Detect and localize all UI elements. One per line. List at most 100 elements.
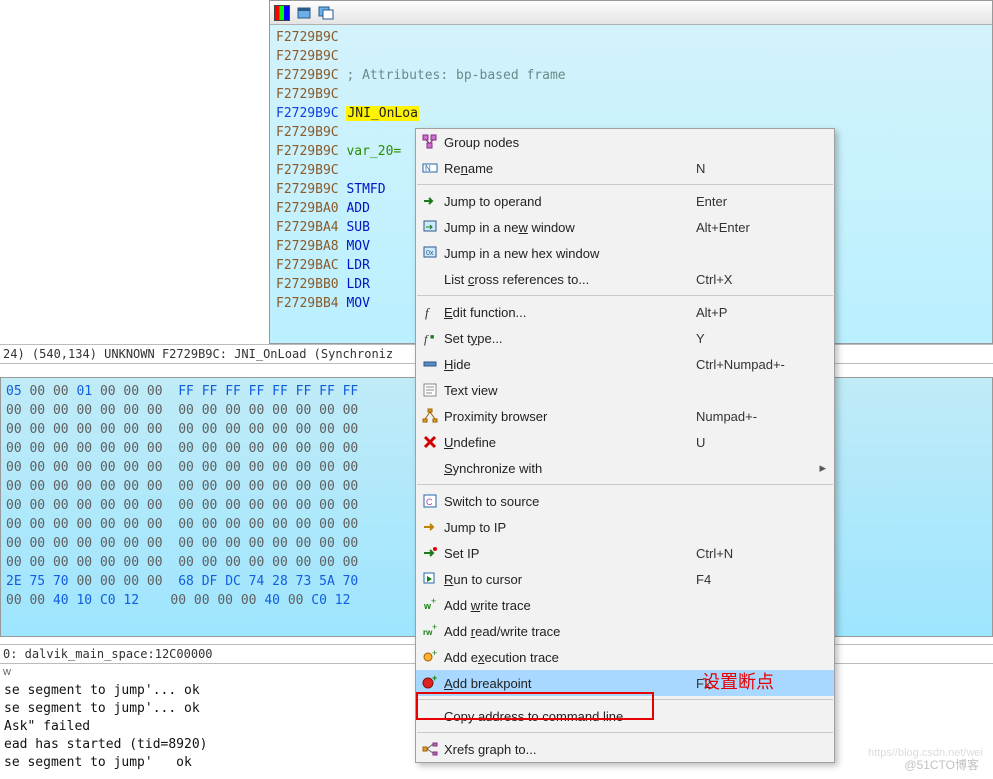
menu-label: Jump to operand <box>444 194 696 209</box>
menu-item[interactable]: rw+Add read/write trace <box>416 618 834 644</box>
svg-text:+: + <box>432 649 437 658</box>
disasm-toolbar <box>270 1 992 25</box>
menu-shortcut: U <box>696 435 826 450</box>
output-title: w <box>0 666 11 680</box>
menu-label: Hide <box>444 357 696 372</box>
jump-hex-icon: 0x <box>416 245 444 261</box>
hide-icon <box>416 356 444 372</box>
group-nodes-icon <box>416 134 444 150</box>
menu-label: Synchronize with <box>444 461 682 476</box>
menu-item[interactable]: Jump to operandEnter <box>416 188 834 214</box>
menu-item[interactable]: Run to cursorF4 <box>416 566 834 592</box>
menu-shortcut: Y <box>696 331 826 346</box>
xrefs-graph-icon <box>416 741 444 757</box>
menu-shortcut: Enter <box>696 194 826 209</box>
jump-operand-icon <box>416 193 444 209</box>
menu-shortcut: Alt+P <box>696 305 826 320</box>
menu-item[interactable]: 0x Jump in a new hex window <box>416 240 834 266</box>
toolbar-rgb-icon[interactable] <box>274 5 290 21</box>
jump-newwin-icon <box>416 219 444 235</box>
menu-item[interactable]: Copy address to command line <box>416 703 834 729</box>
menu-shortcut: Alt+Enter <box>696 220 826 235</box>
menu-item[interactable]: HideCtrl+Numpad+- <box>416 351 834 377</box>
svg-text:+: + <box>432 623 437 632</box>
menu-separator <box>417 484 833 485</box>
text-view-icon <box>416 382 444 398</box>
undefine-icon <box>416 434 444 450</box>
run-cursor-icon <box>416 571 444 587</box>
rename-icon: N <box>416 160 444 176</box>
svg-text:0x: 0x <box>426 250 434 257</box>
set-type-icon: f■ <box>416 330 444 346</box>
menu-item[interactable]: Jump in a new windowAlt+Enter <box>416 214 834 240</box>
rw-trace-icon: rw+ <box>416 623 444 639</box>
menu-label: Add write trace <box>444 598 696 613</box>
switch-source-icon: C <box>416 493 444 509</box>
context-menu: Group nodesNRenameNJump to operandEnterJ… <box>415 128 835 763</box>
svg-text:N: N <box>425 164 431 173</box>
svg-text:f: f <box>425 305 431 320</box>
menu-item[interactable]: w+Add write trace <box>416 592 834 618</box>
watermark-source: @51CTO博客 <box>904 756 979 773</box>
disasm-line[interactable]: F2729B9C <box>276 47 986 66</box>
exec-trace-icon: + <box>416 649 444 665</box>
menu-shortcut: Numpad+- <box>696 409 826 424</box>
menu-separator <box>417 732 833 733</box>
menu-item[interactable]: Jump to IP <box>416 514 834 540</box>
menu-separator <box>417 699 833 700</box>
svg-text:+: + <box>432 675 437 683</box>
disasm-line[interactable]: F2729B9C <box>276 85 986 104</box>
breakpoint-icon: + <box>416 675 444 691</box>
menu-label: Add execution trace <box>444 650 696 665</box>
menu-shortcut: Ctrl+N <box>696 546 826 561</box>
menu-item[interactable]: UndefineU <box>416 429 834 455</box>
menu-item[interactable]: + Add execution trace <box>416 644 834 670</box>
write-trace-icon: w+ <box>416 597 444 613</box>
menu-label: Switch to source <box>444 494 696 509</box>
menu-shortcut: N <box>696 161 826 176</box>
menu-shortcut: F2 <box>696 676 826 691</box>
menu-item[interactable]: Set IPCtrl+N <box>416 540 834 566</box>
disasm-line[interactable]: F2729B9C JNI_OnLoa <box>276 104 986 123</box>
menu-item[interactable]: Text view <box>416 377 834 403</box>
menu-item[interactable]: f■Set type...Y <box>416 325 834 351</box>
menu-label: Copy address to command line <box>444 709 696 724</box>
menu-label: Undefine <box>444 435 696 450</box>
menu-item[interactable]: Synchronize with ▸ <box>416 455 834 481</box>
menu-item[interactable]: f Edit function...Alt+P <box>416 299 834 325</box>
menu-label: Rename <box>444 161 696 176</box>
menu-label: Edit function... <box>444 305 696 320</box>
menu-item[interactable]: C Switch to source <box>416 488 834 514</box>
svg-text:+: + <box>431 597 436 606</box>
toolbar-window2-icon[interactable] <box>318 5 334 21</box>
jump-ip-icon <box>416 519 444 535</box>
toolbar-window-icon[interactable] <box>296 5 312 21</box>
submenu-arrow-icon: ▸ <box>812 460 826 476</box>
menu-label: Text view <box>444 383 696 398</box>
menu-label: Set IP <box>444 546 696 561</box>
menu-shortcut: Ctrl+X <box>696 272 826 287</box>
menu-shortcut: Ctrl+Numpad+- <box>696 357 826 372</box>
menu-label: Run to cursor <box>444 572 696 587</box>
menu-item[interactable]: Proximity browserNumpad+- <box>416 403 834 429</box>
svg-text:f: f <box>424 332 429 346</box>
menu-label: Set type... <box>444 331 696 346</box>
menu-label: Xrefs graph to... <box>444 742 696 757</box>
disasm-line[interactable]: F2729B9C <box>276 28 986 47</box>
menu-label: Jump in a new window <box>444 220 696 235</box>
svg-text:C: C <box>426 497 433 507</box>
menu-item[interactable]: + Add breakpointF2 <box>416 670 834 696</box>
disasm-line[interactable]: F2729B9C ; Attributes: bp-based frame <box>276 66 986 85</box>
menu-item[interactable]: List cross references to...Ctrl+X <box>416 266 834 292</box>
menu-item[interactable]: Xrefs graph to... <box>416 736 834 762</box>
menu-label: List cross references to... <box>444 272 696 287</box>
menu-shortcut: F4 <box>696 572 826 587</box>
edit-func-icon: f <box>416 304 444 320</box>
menu-label: Proximity browser <box>444 409 696 424</box>
menu-item[interactable]: NRenameN <box>416 155 834 181</box>
set-ip-icon <box>416 545 444 561</box>
menu-item[interactable]: Group nodes <box>416 129 834 155</box>
menu-label: Jump in a new hex window <box>444 246 696 261</box>
menu-label: Add breakpoint <box>444 676 696 691</box>
proximity-icon <box>416 408 444 424</box>
